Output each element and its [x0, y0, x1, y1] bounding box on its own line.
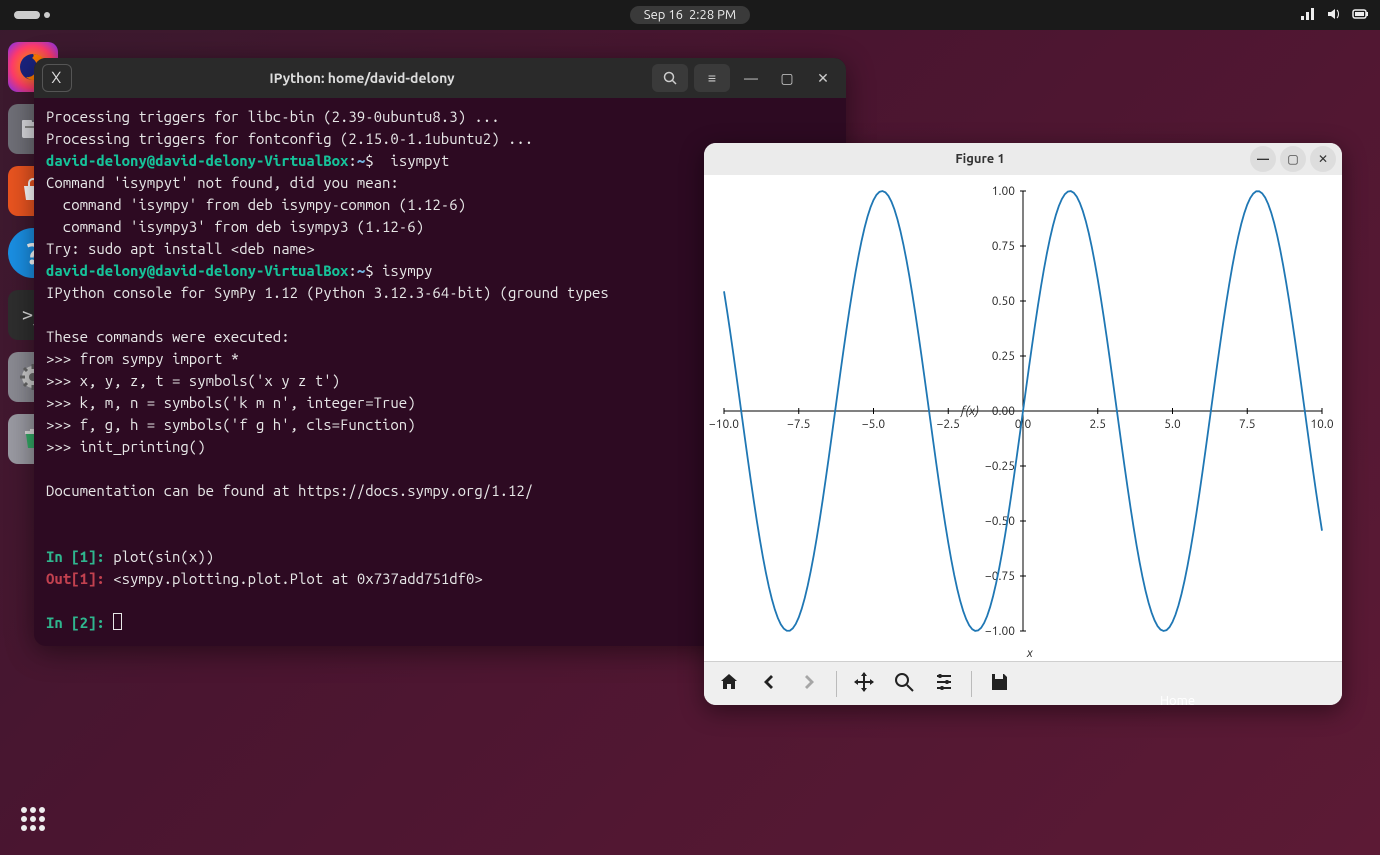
time-label: 2:28 PM [689, 8, 736, 22]
svg-text:−0.25: −0.25 [985, 460, 1015, 473]
svg-text:0.25: 0.25 [992, 350, 1015, 363]
top-bar: Sep 16 2:28 PM [0, 0, 1380, 30]
desktop-home-label[interactable]: Home [1160, 694, 1195, 708]
svg-text:10.0: 10.0 [1310, 418, 1333, 431]
figure-title: Figure 1 [710, 152, 1250, 166]
figure-toolbar [704, 661, 1342, 705]
svg-text:0.00: 0.00 [992, 405, 1015, 418]
system-tray[interactable] [1300, 6, 1370, 25]
save-icon[interactable] [986, 671, 1012, 697]
volume-icon[interactable] [1326, 6, 1342, 25]
show-applications[interactable] [12, 798, 54, 840]
activities-indicator[interactable] [14, 11, 40, 19]
svg-text:−10.0: −10.0 [709, 418, 739, 431]
menu-button[interactable]: ≡ [694, 64, 730, 92]
toolbar-separator [836, 671, 837, 697]
svg-text:0.75: 0.75 [992, 240, 1015, 253]
svg-text:5.0: 5.0 [1164, 418, 1181, 431]
clock[interactable]: Sep 16 2:28 PM [630, 6, 750, 24]
new-tab-button[interactable]: 𐊐 [42, 64, 72, 92]
plot-canvas[interactable]: −10.0 −7.5 −5.0 −2.5 0.0 2.5 5.0 7.5 10.0 −1.00 −0… [704, 175, 1342, 661]
date-label: Sep 16 [644, 8, 683, 22]
svg-text:−1.00: −1.00 [985, 625, 1015, 638]
close-button[interactable]: ✕ [808, 64, 838, 92]
forward-icon[interactable] [796, 671, 822, 697]
svg-text:x: x [1026, 647, 1033, 660]
terminal-title: IPython: home/david-delony [72, 70, 652, 86]
workspace-dot[interactable] [44, 12, 50, 18]
configure-icon[interactable] [931, 671, 957, 697]
svg-text:1.00: 1.00 [992, 185, 1015, 198]
figure-minimize-button[interactable]: — [1250, 146, 1276, 172]
svg-text:−7.5: −7.5 [787, 418, 810, 431]
minimize-button[interactable]: — [736, 64, 766, 92]
topbar-left [14, 11, 50, 19]
search-button[interactable] [652, 64, 688, 92]
battery-icon[interactable] [1352, 6, 1370, 25]
terminal-titlebar[interactable]: 𐊐 IPython: home/david-delony ≡ — ▢ ✕ [34, 58, 846, 98]
cursor [113, 613, 122, 630]
svg-text:−2.5: −2.5 [937, 418, 960, 431]
figure-close-button[interactable]: ✕ [1310, 146, 1336, 172]
figure-window[interactable]: Figure 1 — ▢ ✕ −10.0 −7.5 −5.0 −2.5 0.0 2.5 5.… [704, 143, 1342, 705]
maximize-button[interactable]: ▢ [772, 64, 802, 92]
figure-maximize-button[interactable]: ▢ [1280, 146, 1306, 172]
svg-text:f(x): f(x) [960, 405, 979, 418]
svg-text:−5.0: −5.0 [862, 418, 885, 431]
back-icon[interactable] [756, 671, 782, 697]
home-icon[interactable] [716, 671, 742, 697]
svg-text:−0.50: −0.50 [985, 515, 1015, 528]
svg-text:0.50: 0.50 [992, 295, 1015, 308]
network-icon[interactable] [1300, 6, 1316, 25]
figure-titlebar[interactable]: Figure 1 — ▢ ✕ [704, 143, 1342, 175]
svg-text:7.5: 7.5 [1239, 418, 1256, 431]
svg-text:2.5: 2.5 [1090, 418, 1107, 431]
zoom-icon[interactable] [891, 671, 917, 697]
svg-text:0.0: 0.0 [1015, 418, 1032, 431]
svg-text:−0.75: −0.75 [985, 570, 1015, 583]
pan-icon[interactable] [851, 671, 877, 697]
toolbar-separator [971, 671, 972, 697]
